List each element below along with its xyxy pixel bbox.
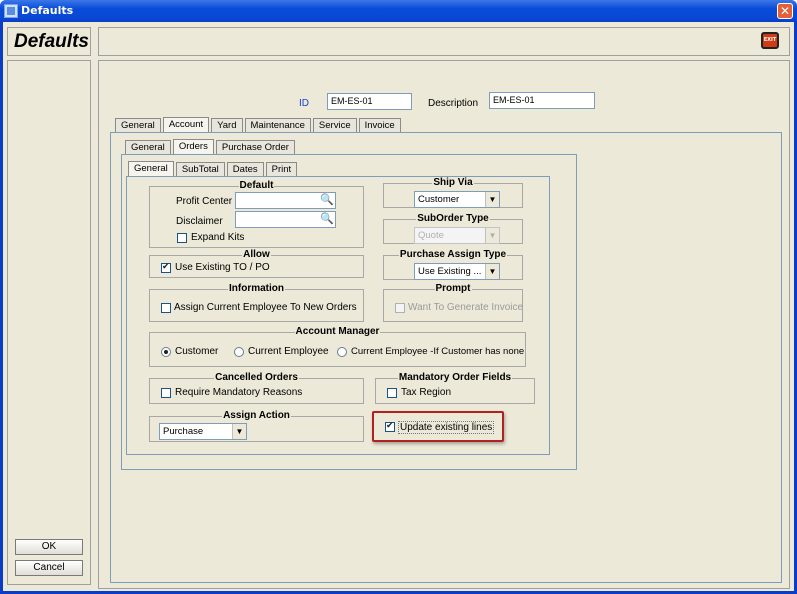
orders-subtabs: General SubTotal Dates Print — [128, 161, 299, 176]
want-invoice-checkbox[interactable] — [395, 303, 405, 313]
disclaimer-field[interactable]: 🔍 — [235, 211, 336, 228]
suborder-type-value: Quote — [418, 230, 444, 241]
orders-tab-panel: General SubTotal Dates Print Default Pro… — [121, 154, 577, 470]
ship-via-group: Ship Via Customer ▼ — [383, 177, 523, 208]
allow-title: Allow — [242, 249, 271, 260]
tab-print[interactable]: Print — [265, 162, 298, 176]
mandatory-fields-group: Mandatory Order Fields Tax Region — [375, 372, 535, 404]
chevron-down-icon[interactable]: ▼ — [485, 228, 499, 243]
highlight-box: Update existing lines — [372, 411, 504, 442]
allow-group: Allow Use Existing TO / PO — [149, 249, 364, 278]
tab-service[interactable]: Service — [312, 118, 357, 132]
exit-icon[interactable]: EXIT — [761, 32, 779, 49]
tab-maintenance[interactable]: Maintenance — [244, 118, 311, 132]
want-invoice-label: Want To Generate Invoice — [408, 302, 524, 313]
update-lines-checkbox[interactable] — [385, 421, 395, 432]
radio-current-if-none[interactable] — [337, 347, 347, 357]
ship-via-title: Ship Via — [432, 177, 474, 188]
expand-kits-label: Expand Kits — [191, 232, 245, 243]
require-reasons-checkbox[interactable] — [161, 388, 171, 398]
assign-action-title: Assign Action — [222, 410, 291, 421]
assign-action-value: Purchase — [163, 426, 204, 437]
tab-general[interactable]: General — [115, 118, 161, 132]
information-title: Information — [228, 283, 285, 294]
assign-employee-checkbox[interactable] — [161, 303, 171, 313]
require-reasons-label: Require Mandatory Reasons — [175, 387, 303, 398]
tab-invoice[interactable]: Invoice — [358, 118, 401, 132]
account-manager-title: Account Manager — [294, 326, 381, 337]
default-group: Default Profit Center 🔍 Disclaimer 🔍 Exp… — [149, 180, 364, 248]
suborder-type-title: SubOrder Type — [416, 213, 490, 224]
main-panel: ID EM-ES-01 Description EM-ES-01 General… — [98, 60, 790, 589]
search-icon[interactable]: 🔍 — [320, 193, 334, 208]
page-header: Defaults — [7, 27, 91, 56]
account-tab-panel: General Orders Purchase Order General Su… — [110, 132, 782, 583]
tab-dates[interactable]: Dates — [226, 162, 264, 176]
radio-current-employee-label: Current Employee — [248, 346, 329, 357]
ship-via-select[interactable]: Customer ▼ — [414, 191, 500, 208]
cancelled-orders-group: Cancelled Orders Require Mandatory Reaso… — [149, 372, 364, 404]
main-tabs: General Account Yard Maintenance Service… — [115, 117, 403, 132]
account-manager-group: Account Manager Customer Current Employe… — [149, 326, 526, 367]
purchase-assign-type-select[interactable]: Use Existing ... ▼ — [414, 263, 500, 280]
ship-via-value: Customer — [418, 194, 460, 205]
ok-button[interactable]: OK — [15, 539, 83, 555]
tab-account[interactable]: Account — [162, 117, 210, 132]
purchase-assign-type-title: Purchase Assign Type — [398, 249, 508, 260]
purchase-assign-type-value: Use Existing ... — [418, 266, 482, 277]
information-group: Information Assign Current Employee To N… — [149, 283, 364, 322]
use-existing-checkbox[interactable] — [161, 262, 171, 273]
assign-action-select[interactable]: Purchase ▼ — [159, 423, 247, 440]
tax-region-label: Tax Region — [401, 387, 452, 398]
cancelled-orders-title: Cancelled Orders — [214, 372, 299, 383]
cancel-button[interactable]: Cancel — [15, 560, 83, 576]
window-title: Defaults — [21, 4, 74, 17]
radio-customer-label: Customer — [175, 346, 219, 357]
tab-purchase-order[interactable]: Purchase Order — [215, 140, 295, 154]
tab-orders[interactable]: Orders — [172, 139, 214, 154]
suborder-type-group: SubOrder Type Quote ▼ — [383, 213, 523, 244]
account-subtabs: General Orders Purchase Order — [125, 139, 297, 154]
chevron-down-icon[interactable]: ▼ — [232, 424, 246, 439]
description-field[interactable]: EM-ES-01 — [489, 92, 595, 109]
radio-current-employee[interactable] — [234, 347, 244, 357]
default-group-title: Default — [238, 180, 275, 191]
purchase-assign-type-group: Purchase Assign Type Use Existing ... ▼ — [383, 249, 523, 280]
assign-employee-label: Assign Current Employee To New Orders — [174, 302, 357, 313]
disclaimer-label: Disclaimer — [176, 216, 223, 227]
toolbar: EXIT — [98, 27, 790, 56]
tab-yard[interactable]: Yard — [211, 118, 243, 132]
profit-center-field[interactable]: 🔍 — [235, 192, 336, 209]
chevron-down-icon[interactable]: ▼ — [485, 192, 499, 207]
prompt-group: Prompt Want To Generate Invoice — [383, 283, 524, 322]
general-form-panel: Default Profit Center 🔍 Disclaimer 🔍 Exp… — [126, 176, 550, 455]
update-lines-label: Update existing lines — [398, 421, 495, 434]
page-title: Defaults — [14, 31, 89, 52]
left-panel: OK Cancel — [7, 60, 91, 585]
window-icon — [4, 4, 18, 18]
title-bar[interactable]: Defaults ✕ — [0, 0, 797, 22]
search-icon[interactable]: 🔍 — [320, 212, 334, 227]
tab-account-general[interactable]: General — [125, 140, 171, 154]
id-label: ID — [299, 98, 309, 109]
application-window: Defaults ✕ Defaults EXIT OK Cancel ID EM… — [0, 0, 797, 594]
client-area: Defaults EXIT OK Cancel ID EM-ES-01 Desc… — [3, 22, 794, 591]
close-icon[interactable]: ✕ — [777, 3, 793, 19]
use-existing-label: Use Existing TO / PO — [175, 262, 270, 273]
assign-action-group: Assign Action Purchase ▼ — [149, 410, 364, 442]
profit-center-label: Profit Center — [176, 196, 233, 207]
tax-region-checkbox[interactable] — [387, 388, 397, 398]
radio-current-if-none-label: Current Employee -If Customer has none — [351, 346, 525, 357]
description-label: Description — [428, 98, 479, 109]
tab-subtotal[interactable]: SubTotal — [175, 162, 225, 176]
suborder-type-select[interactable]: Quote ▼ — [414, 227, 500, 244]
tab-orders-general[interactable]: General — [128, 161, 174, 176]
chevron-down-icon[interactable]: ▼ — [485, 264, 499, 279]
prompt-title: Prompt — [434, 283, 472, 294]
radio-customer[interactable] — [161, 347, 171, 357]
mandatory-fields-title: Mandatory Order Fields — [397, 372, 513, 383]
expand-kits-checkbox[interactable] — [177, 233, 187, 243]
id-field[interactable]: EM-ES-01 — [327, 93, 412, 110]
